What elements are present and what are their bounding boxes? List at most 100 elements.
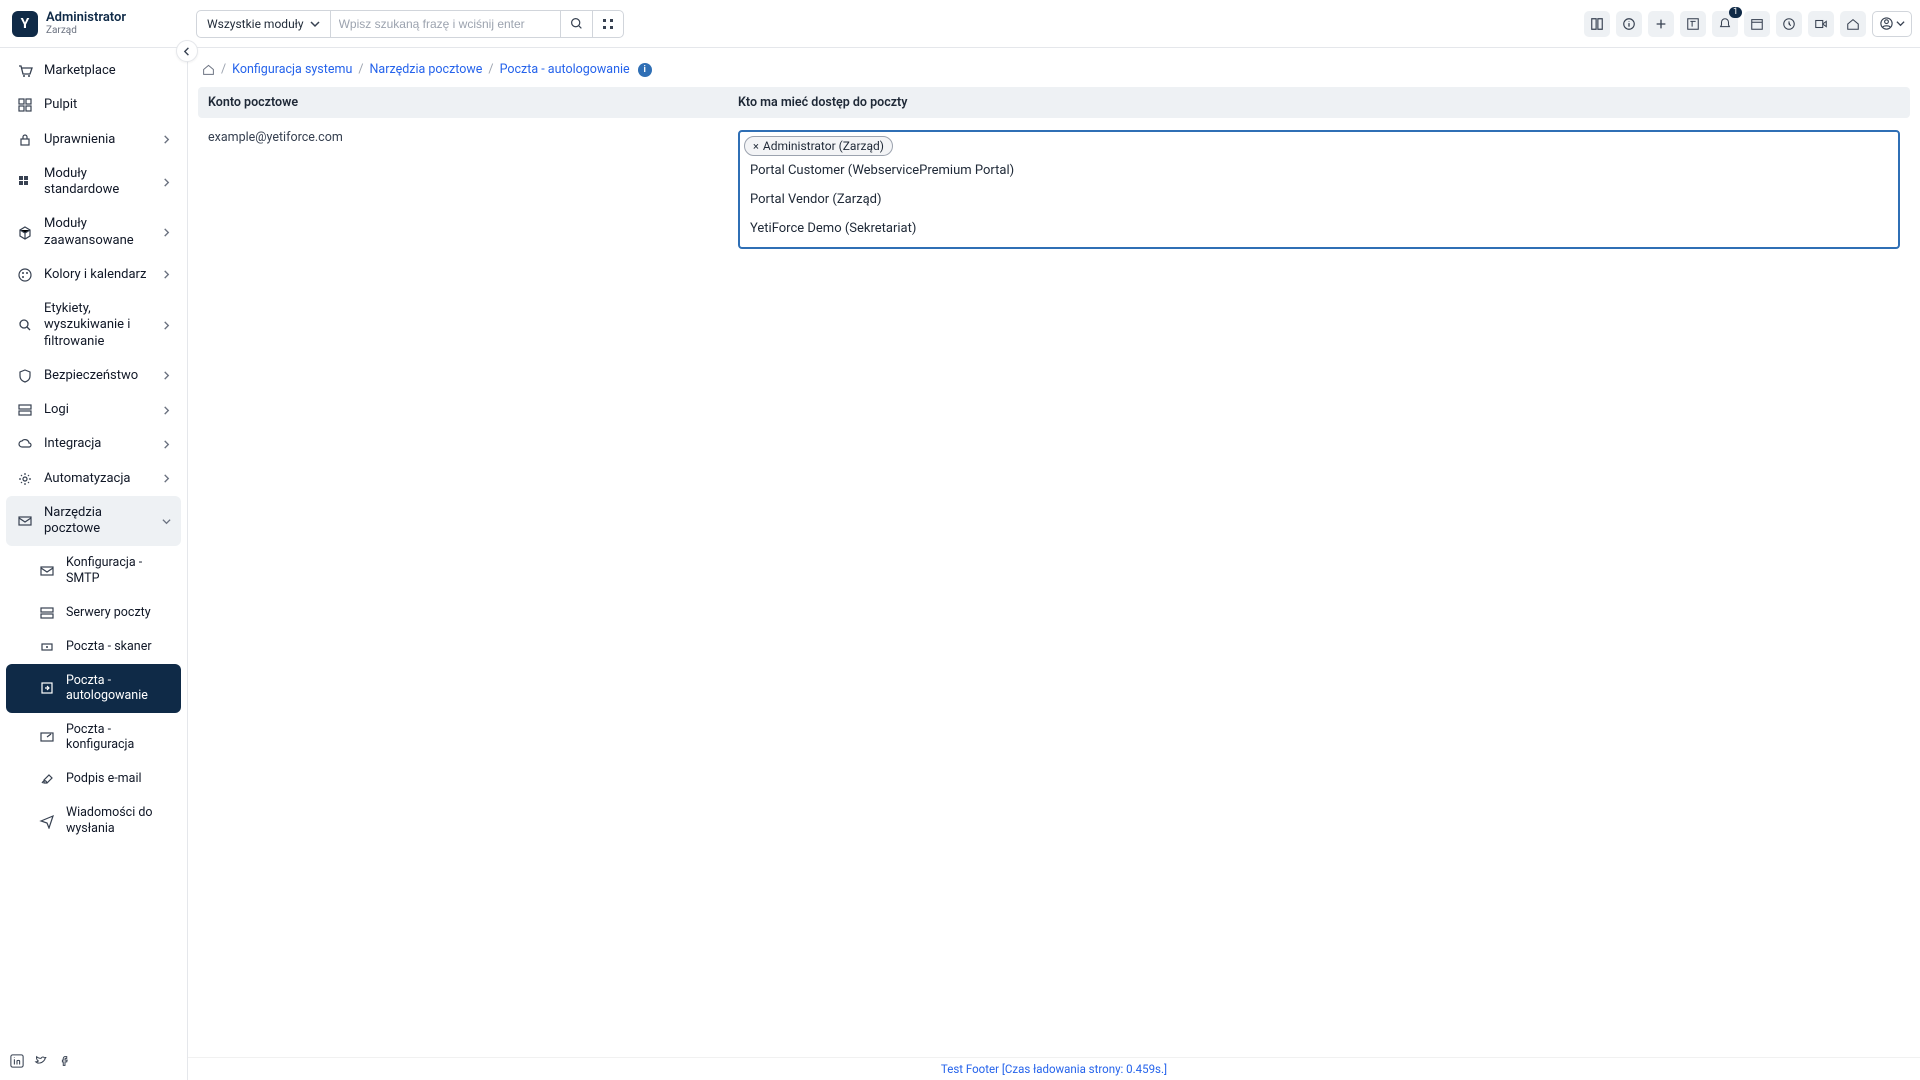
remove-tag-icon[interactable]: × bbox=[753, 140, 759, 153]
account-menu[interactable] bbox=[1872, 11, 1912, 37]
multiselect-option-0[interactable]: Portal Customer (WebservicePremium Porta… bbox=[744, 156, 1894, 185]
search-button[interactable] bbox=[561, 10, 593, 38]
shield-icon bbox=[16, 368, 34, 384]
calendar-button[interactable] bbox=[1744, 11, 1770, 37]
sidebar-item-label: Kolory i kalendarz bbox=[44, 267, 152, 283]
info-button[interactable] bbox=[1616, 11, 1642, 37]
sidebar-subitem-6[interactable]: Wiadomości do wysłania bbox=[6, 796, 181, 845]
info-badge-icon[interactable]: i bbox=[638, 63, 652, 77]
multiselect-option-2[interactable]: YetiForce Demo (Sekretariat) bbox=[744, 214, 1894, 243]
keyboard-shortcut-button[interactable] bbox=[593, 10, 624, 38]
book-button[interactable] bbox=[1584, 11, 1610, 37]
home-icon[interactable] bbox=[202, 63, 215, 76]
history-icon bbox=[1782, 17, 1796, 31]
search-input[interactable] bbox=[331, 10, 561, 38]
sidebar-subitem-0[interactable]: Konfiguracja - SMTP bbox=[6, 546, 181, 595]
sidebar-subitem-4[interactable]: Poczta - konfiguracja bbox=[6, 713, 181, 762]
module-select-label: Wszystkie moduły bbox=[207, 17, 304, 31]
video-button[interactable] bbox=[1808, 11, 1834, 37]
account-cell: example@yetiforce.com bbox=[198, 118, 728, 153]
sidebar-item-label: Marketplace bbox=[44, 63, 171, 79]
breadcrumb: / Konfiguracja systemu / Narzędzia poczt… bbox=[188, 48, 1920, 87]
sidebar-item-9[interactable]: Integracja bbox=[6, 427, 181, 461]
col-access-header: Kto ma mieć dostęp do poczty bbox=[728, 87, 1910, 118]
chevron-left-icon bbox=[183, 47, 192, 56]
sidebar-item-5[interactable]: Kolory i kalendarz bbox=[6, 258, 181, 292]
chevron-right-icon bbox=[162, 474, 171, 483]
sidebar-subitem-label: Wiadomości do wysłania bbox=[66, 805, 171, 836]
sidebar-item-1[interactable]: Pulpit bbox=[6, 88, 181, 122]
sidebar-item-7[interactable]: Bezpieczeństwo bbox=[6, 359, 181, 393]
chevron-right-icon bbox=[162, 406, 171, 415]
user-circle-icon bbox=[1879, 16, 1894, 31]
chevron-down-icon bbox=[310, 19, 320, 29]
sidebar-item-0[interactable]: Marketplace bbox=[6, 54, 181, 88]
sidebar-subitem-5[interactable]: Podpis e-mail bbox=[6, 762, 181, 796]
sidebar-item-10[interactable]: Automatyzacja bbox=[6, 462, 181, 496]
sidebar-item-2[interactable]: Uprawnienia bbox=[6, 123, 181, 157]
history-button[interactable] bbox=[1776, 11, 1802, 37]
sidebar-item-label: Uprawnienia bbox=[44, 132, 152, 148]
gear-icon bbox=[16, 471, 34, 487]
user-role: Zarząd bbox=[46, 25, 126, 36]
sidebar-item-label: Automatyzacja bbox=[44, 471, 152, 487]
sidebar-item-11[interactable]: Narzędzia pocztowe bbox=[6, 496, 181, 547]
chevron-right-icon bbox=[162, 135, 171, 144]
translate-button[interactable] bbox=[1680, 11, 1706, 37]
sidebar-subitem-label: Serwery poczty bbox=[66, 605, 171, 621]
server-icon bbox=[38, 605, 56, 621]
mailbox-icon bbox=[38, 563, 56, 579]
chevron-down-icon bbox=[1896, 19, 1905, 28]
video-icon bbox=[1814, 17, 1828, 31]
user-name: Administrator bbox=[46, 11, 126, 25]
notifications-button[interactable]: 1 bbox=[1712, 11, 1738, 37]
col-account-header: Konto pocztowe bbox=[198, 87, 728, 118]
sidebar-item-4[interactable]: Moduły zaawansowane bbox=[6, 207, 181, 258]
info-icon bbox=[1622, 17, 1636, 31]
chevron-right-icon bbox=[162, 321, 171, 330]
breadcrumb-link-1[interactable]: Konfiguracja systemu bbox=[232, 62, 352, 77]
chevron-down-icon bbox=[162, 517, 171, 526]
facebook-icon[interactable] bbox=[58, 1054, 72, 1068]
page-footer: Test Footer [Czas ładowania strony: 0.45… bbox=[188, 1057, 1920, 1080]
breadcrumb-current[interactable]: Poczta - autologowanie bbox=[500, 62, 630, 77]
chevron-right-icon bbox=[162, 440, 171, 449]
selected-user-tag: × Administrator (Zarząd) bbox=[744, 136, 893, 156]
sidebar-subitem-label: Poczta - skaner bbox=[66, 639, 171, 655]
dashboard-icon bbox=[16, 97, 34, 113]
home-button[interactable] bbox=[1840, 11, 1866, 37]
sidebar-item-6[interactable]: Etykiety, wyszukiwanie i filtrowanie bbox=[6, 292, 181, 359]
palette-icon bbox=[16, 267, 34, 283]
sidebar-item-label: Logi bbox=[44, 402, 152, 418]
grid-icon bbox=[602, 18, 614, 30]
table-header: Konto pocztowe Kto ma mieć dostęp do poc… bbox=[198, 87, 1910, 118]
sidebar-item-label: Bezpieczeństwo bbox=[44, 368, 152, 384]
sidebar-subitem-1[interactable]: Serwery poczty bbox=[6, 596, 181, 630]
cart-icon bbox=[16, 63, 34, 79]
scan-icon bbox=[38, 639, 56, 655]
mail-icon bbox=[16, 513, 34, 529]
linkedin-icon[interactable] bbox=[10, 1054, 24, 1068]
brand[interactable]: Y Administrator Zarząd bbox=[8, 11, 188, 37]
multiselect-option-1[interactable]: Portal Vendor (Zarząd) bbox=[744, 185, 1894, 214]
sidebar-item-label: Moduły zaawansowane bbox=[44, 216, 152, 249]
table-row: example@yetiforce.com × Administrator (Z… bbox=[198, 118, 1910, 257]
book-icon bbox=[1590, 17, 1604, 31]
calendar-icon bbox=[1750, 17, 1764, 31]
module-select[interactable]: Wszystkie moduły bbox=[196, 10, 331, 38]
add-button[interactable] bbox=[1648, 11, 1674, 37]
chevron-right-icon bbox=[162, 270, 171, 279]
sidebar-subitem-3[interactable]: Poczta - autologowanie bbox=[6, 664, 181, 713]
sidebar-subitem-label: Konfiguracja - SMTP bbox=[66, 555, 171, 586]
twitter-icon[interactable] bbox=[34, 1054, 48, 1068]
login-icon bbox=[38, 680, 56, 696]
breadcrumb-link-2[interactable]: Narzędzia pocztowe bbox=[370, 62, 483, 77]
sidebar-item-3[interactable]: Moduły standardowe bbox=[6, 157, 181, 208]
sidebar-item-8[interactable]: Logi bbox=[6, 393, 181, 427]
sign-icon bbox=[38, 771, 56, 787]
sidebar-collapse-button[interactable] bbox=[176, 40, 198, 62]
chevron-right-icon bbox=[162, 178, 171, 187]
sidebar-subitem-2[interactable]: Poczta - skaner bbox=[6, 630, 181, 664]
mods-icon bbox=[16, 174, 34, 190]
access-multiselect[interactable]: × Administrator (Zarząd) Portal Customer… bbox=[738, 130, 1900, 249]
